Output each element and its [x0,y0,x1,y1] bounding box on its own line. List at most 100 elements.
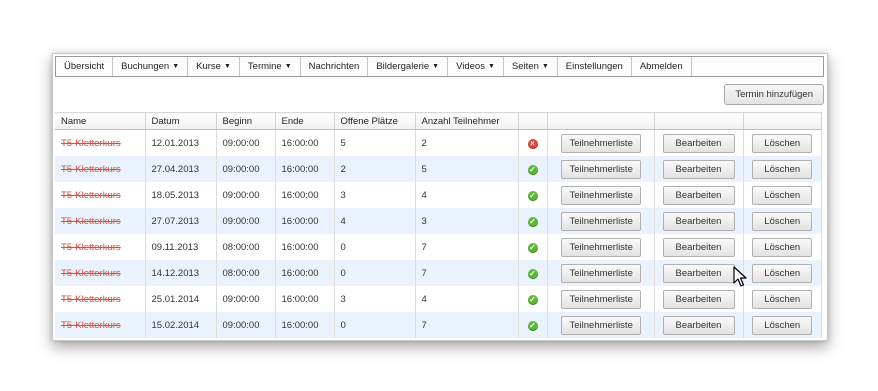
menu-item-buchungen[interactable]: Buchungen ▼ [113,57,189,76]
cell-start: 09:00:00 [216,286,276,312]
cell-name: T5-Kletterkurs [55,234,146,260]
cell-action: Löschen [743,156,822,182]
participant-list-button[interactable]: Teilnehmerliste [560,159,641,179]
cell-action: Bearbeiten [654,234,744,260]
edit-button[interactable]: Bearbeiten [662,133,735,153]
cell-name: T5-Kletterkurs [55,286,146,312]
error-icon: × [527,138,538,149]
cell-status: × [518,129,548,156]
menu-item-übersicht[interactable]: Übersicht [56,57,114,76]
cell-name: T5-Kletterkurs [55,156,146,182]
column-header[interactable]: Offene Plätze [334,112,416,130]
cell-participants: 4 [415,286,519,312]
menu-item-kurse[interactable]: Kurse ▼ [188,57,240,76]
edit-button[interactable]: Bearbeiten [662,185,735,205]
check-icon: ✓ [527,164,538,175]
cell-participants: 4 [415,182,519,208]
menu-item-einstellungen[interactable]: Einstellungen [558,57,632,76]
column-header[interactable]: Anzahl Teilnehmer [415,112,519,130]
delete-button[interactable]: Löschen [752,159,813,179]
participant-list-button[interactable]: Teilnehmerliste [560,315,641,335]
menu-item-label: Kurse [196,61,221,72]
caret-down-icon: ▼ [432,63,440,70]
table-row: T5-Kletterkurs 09.11.2013 08:00:00 16:00:00… [55,234,822,260]
menu-item-videos[interactable]: Videos ▼ [448,57,504,76]
menu-item-label: Abmelden [639,61,683,72]
participant-list-button[interactable]: Teilnehmerliste [560,289,641,309]
menu-item-bildergalerie[interactable]: Bildergalerie ▼ [368,57,449,76]
delete-button[interactable]: Löschen [752,263,813,283]
delete-button[interactable]: Löschen [752,211,813,231]
admin-window: Übersicht Buchungen ▼ Kurse ▼ Termine ▼ Nachric… [52,53,828,341]
menu-item-nachrichten[interactable]: Nachrichten [301,57,369,76]
delete-button[interactable]: Löschen [752,237,813,257]
cell-action: Löschen [743,312,822,338]
table-header-row: Name Datum Beginn Ende Offene Plätze Anzahl T… [55,112,822,130]
edit-button[interactable]: Bearbeiten [662,315,735,335]
cell-start: 09:00:00 [216,182,276,208]
column-header [654,112,744,130]
column-header[interactable]: Ende [275,112,335,130]
cell-end: 16:00:00 [275,156,335,182]
cell-status: ✓ [518,208,548,234]
table-row: T5-Kletterkurs 15.02.2014 09:00:00 16:00:00… [55,312,822,338]
cell-action: Löschen [743,129,822,156]
participant-list-button[interactable]: Teilnehmerliste [560,133,641,153]
cell-end: 16:00:00 [275,129,335,156]
menu-item-label: Termine [247,61,282,72]
menu-item-seiten[interactable]: Seiten ▼ [504,57,558,76]
cell-status: ✓ [518,234,548,260]
cell-action: Teilnehmerliste [547,129,655,156]
cell-open: 0 [334,234,416,260]
table-row: T5-Kletterkurs 25.01.2014 09:00:00 16:00:00… [55,286,822,312]
cell-action: Löschen [743,286,822,312]
edit-button[interactable]: Bearbeiten [662,211,735,231]
cell-open: 0 [334,312,416,338]
menu-item-label: Buchungen [121,61,170,72]
column-header[interactable]: Name [55,112,146,130]
check-icon: ✓ [527,320,538,331]
edit-button[interactable]: Bearbeiten [662,159,735,179]
cell-name: T5-Kletterkurs [55,182,146,208]
cell-start: 09:00:00 [216,312,276,338]
cell-status: ✓ [518,260,548,286]
edit-button[interactable]: Bearbeiten [662,263,735,283]
table-row: T5-Kletterkurs 14.12.2013 08:00:00 16:00:00… [55,260,822,286]
cell-action: Löschen [743,234,822,260]
cell-open: 4 [334,208,416,234]
delete-button[interactable]: Löschen [752,185,813,205]
cell-participants: 2 [415,129,519,156]
cell-end: 16:00:00 [275,182,335,208]
cell-date: 25.01.2014 [145,286,217,312]
check-icon: ✓ [527,242,538,253]
menu-item-termine[interactable]: Termine ▼ [240,57,301,76]
participant-list-button[interactable]: Teilnehmerliste [560,263,641,283]
caret-down-icon: ▼ [284,63,292,70]
cell-start: 09:00:00 [216,208,276,234]
cell-open: 2 [334,156,416,182]
column-header [547,112,655,130]
participant-list-button[interactable]: Teilnehmerliste [560,211,641,231]
cell-end: 16:00:00 [275,234,335,260]
column-header[interactable]: Datum [145,112,217,130]
delete-button[interactable]: Löschen [752,289,813,309]
column-header[interactable]: Beginn [216,112,276,130]
caret-down-icon: ▼ [541,63,549,70]
table-row: T5-Kletterkurs 18.05.2013 09:00:00 16:00:00… [55,182,822,208]
cell-action: Bearbeiten [654,129,744,156]
add-appointment-button[interactable]: Termin hinzufügen [724,84,824,105]
table-row: T5-Kletterkurs 27.07.2013 09:00:00 16:00:00… [55,208,822,234]
participant-list-button[interactable]: Teilnehmerliste [560,185,641,205]
main-menu: Übersicht Buchungen ▼ Kurse ▼ Termine ▼ Nachric… [55,56,824,77]
edit-button[interactable]: Bearbeiten [662,237,735,257]
cell-date: 12.01.2013 [145,129,217,156]
participant-list-button[interactable]: Teilnehmerliste [560,237,641,257]
menu-item-label: Seiten [511,61,539,72]
edit-button[interactable]: Bearbeiten [662,289,735,309]
delete-button[interactable]: Löschen [752,133,813,153]
cell-end: 16:00:00 [275,312,335,338]
cell-action: Bearbeiten [654,208,744,234]
delete-button[interactable]: Löschen [752,315,813,335]
cell-start: 08:00:00 [216,234,276,260]
menu-item-abmelden[interactable]: Abmelden [632,57,692,76]
